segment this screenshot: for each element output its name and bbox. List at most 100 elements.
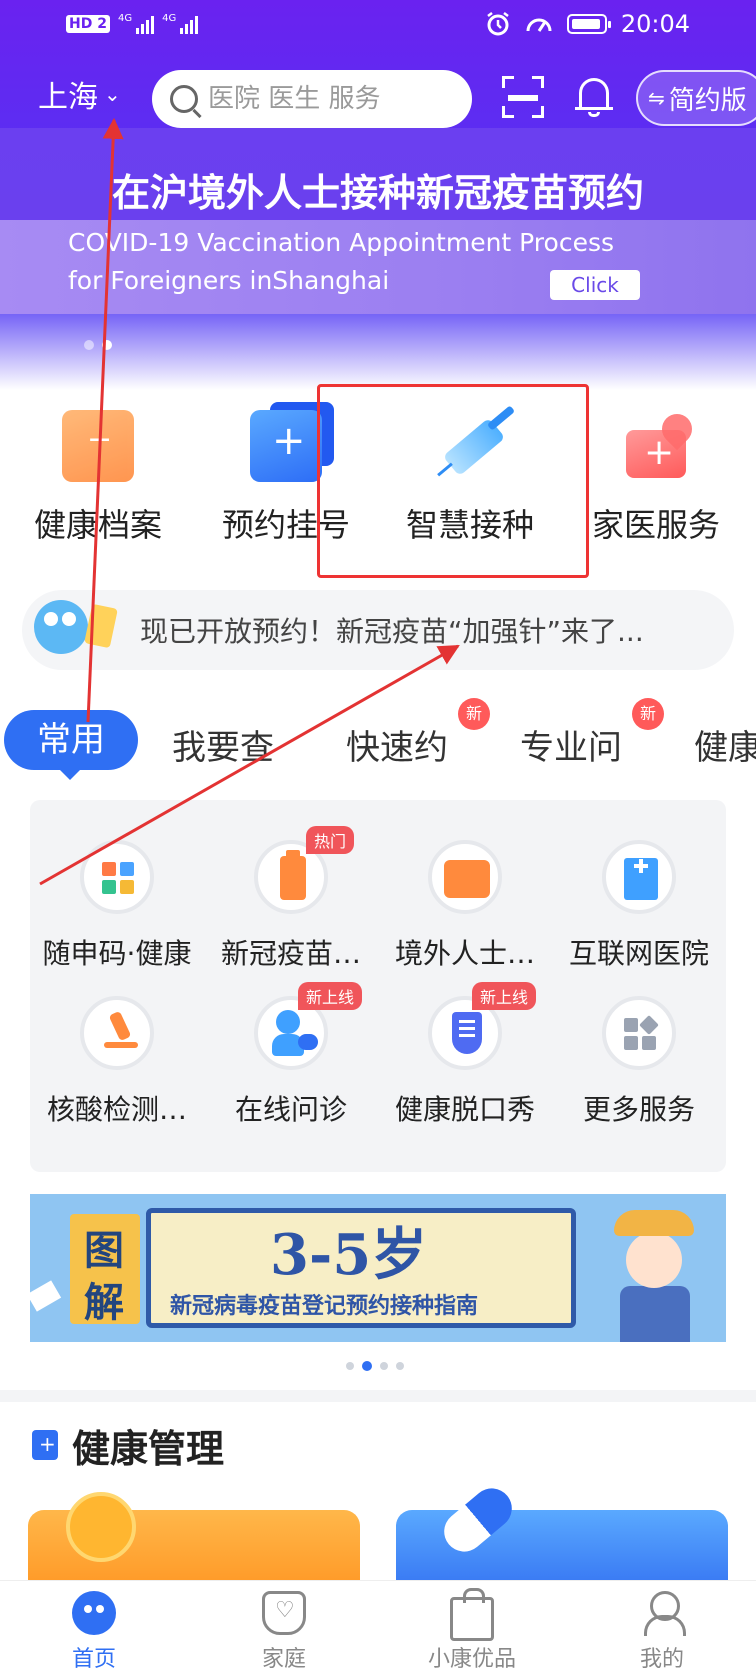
home-mascot-icon [72,1591,116,1635]
appointment-plus-icon [250,402,334,482]
hd-number: 2 [97,16,107,32]
banner-click-button[interactable]: Click [550,270,640,300]
alarm-icon [487,12,509,36]
service-label: 在线问诊 [234,1093,347,1126]
switch-icon: ⇋ [648,86,665,110]
service-label: 更多服务 [582,1093,695,1126]
service-foreigners[interactable]: 境外人士… [378,840,552,972]
promo-pagination [346,1361,404,1371]
search-bar[interactable] [152,70,472,128]
category-tabs: 常用 我要查 快速约 新 专业问 新 健康 [0,698,756,780]
nav-label: 首页 [71,1647,116,1672]
service-nucleic-acid-test[interactable]: 核酸检测… [30,996,204,1128]
tab-health[interactable]: 健康 [694,720,756,769]
quick-entry-health-record[interactable]: 健康档案 [8,400,188,546]
nav-label: 家庭 [261,1647,306,1672]
girl-illustration [610,1210,700,1342]
illustration-char-1: 图 [84,1228,124,1274]
nav-family[interactable]: 家庭 [214,1591,354,1673]
status-bar: HD 2 4G 4G 20:04 [0,0,756,56]
quick-entry-family-doctor[interactable]: 家医服务 [566,400,746,546]
service-suishen-code[interactable]: 随申码·健康 [30,840,204,972]
microscope-icon [80,996,154,1070]
battery-icon [566,14,611,34]
nav-shop[interactable]: 小康优品 [402,1588,542,1673]
pagination-dot-active [362,1361,372,1371]
scan-icon[interactable] [502,76,544,118]
banner-subtitle-line1: COVID-19 Vaccination Appointment Process [68,228,615,257]
profile-icon [640,1591,686,1636]
banner-subtitle-line2: for Foreigners inShanghai [68,266,390,295]
status-left: HD 2 4G 4G [66,13,199,34]
service-online-consultation[interactable]: 新上线 在线问诊 [204,982,378,1128]
pagination-dot [84,340,94,350]
service-covid-vaccine[interactable]: 热门 新冠疫苗… [204,826,378,972]
search-input[interactable] [208,84,448,114]
status-time: 20:04 [620,10,690,38]
service-label: 健康脱口秀 [394,1093,535,1126]
service-internet-hospital[interactable]: 互联网医院 [552,840,726,972]
quick-entry-appointment[interactable]: 预约挂号 [196,400,376,546]
vaccine-guide-promo-banner[interactable]: 图 解 3-5岁 新冠病毒疫苗登记预约接种指南 [30,1194,726,1342]
new-online-tag: 新上线 [472,982,537,1010]
banner-title: 在沪境外人士接种新冠疫苗预约 [111,171,644,215]
service-label: 核酸检测… [46,1093,187,1126]
service-more[interactable]: 更多服务 [552,996,726,1128]
illustration-label: 图 解 [70,1214,140,1326]
promo-subtitle: 新冠病毒疫苗登记预约接种指南 [170,1294,479,1319]
tab-lookup[interactable]: 我要查 [172,720,274,769]
shopping-bag-icon [450,1588,494,1641]
quick-entry-row: 健康档案 预约挂号 智慧接种 家医服务 [0,400,756,550]
city-selector[interactable]: 上海 ⌄ [38,72,121,116]
quick-entry-smart-vaccination[interactable]: 智慧接种 [380,400,560,546]
simple-version-button[interactable]: ⇋ 简约版 [636,70,756,126]
covid-vaccination-banner[interactable]: 在沪境外人士接种新冠疫苗预约 COVID-19 Vaccination Appo… [0,128,756,314]
banner-pagination [84,340,112,350]
chevron-down-icon: ⌄ [104,82,121,106]
service-health-talk-show[interactable]: 新上线 健康脱口秀 [378,982,552,1128]
health-management-title: 健康管理 [72,1427,225,1471]
quick-entry-label: 健康档案 [33,506,162,544]
quick-entry-label: 预约挂号 [221,506,350,544]
more-grid-icon [602,996,676,1070]
quick-entry-label: 家医服务 [591,506,720,544]
notice-text: 现已开放预约！新冠疫苗“加强针”来了... [140,615,644,648]
health-record-folder-icon [62,410,134,482]
pagination-dot-active [102,340,112,350]
hd-label: HD [69,16,93,32]
search-icon [170,85,198,113]
nav-label: 我的 [639,1647,684,1672]
pagination-dot [346,1362,354,1370]
nav-profile[interactable]: 我的 [592,1591,732,1673]
paper-decoration [30,1280,62,1312]
section-divider [0,1390,756,1402]
bottom-navigation: 首页 家庭 小康优品 我的 [0,1580,756,1680]
notification-bell-icon[interactable] [575,76,613,118]
status-right: 20:04 [485,10,690,38]
hot-tag: 热门 [306,826,355,854]
sim2-network-label: 4G [162,13,177,24]
covid19-certificate-icon [428,840,502,914]
signal-sim1-icon: 4G [117,13,155,34]
family-shield-icon [262,1591,306,1635]
promo-age-range: 3-5岁 [270,1222,428,1288]
service-label: 互联网医院 [568,937,709,970]
notice-bar[interactable]: 现已开放预约！新冠疫苗“加强针”来了... [22,590,734,670]
service-label: 新冠疫苗… [220,937,361,970]
family-doctor-kit-icon [620,407,699,482]
health-management-icon [32,1430,58,1460]
new-badge: 新 [458,698,490,730]
tab-common[interactable]: 常用 [4,710,138,780]
service-label: 境外人士… [394,937,535,970]
quick-entry-label: 智慧接种 [405,506,534,544]
new-online-tag: 新上线 [298,982,363,1010]
sim1-network-label: 4G [117,13,133,24]
tab-professional-qa[interactable]: 专业问 [520,720,622,769]
new-badge: 新 [632,698,664,730]
nav-home[interactable]: 首页 [24,1591,164,1673]
mascot-icon [28,594,120,666]
simple-version-label: 简约版 [668,85,747,116]
services-grid: 随申码·健康 热门 新冠疫苗… 境外人士… 互联网医院 核酸检测… 新上线 在线… [30,800,726,1172]
nav-label: 小康优品 [427,1647,516,1672]
tab-quick-booking[interactable]: 快速约 [346,720,448,769]
